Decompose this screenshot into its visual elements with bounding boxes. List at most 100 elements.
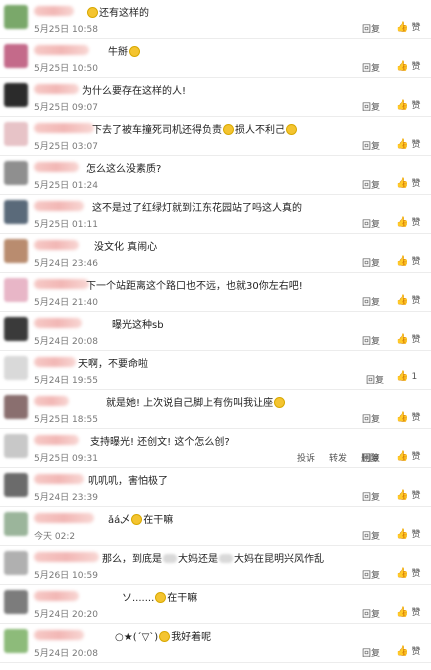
thumbs-up-icon: 👍 (396, 139, 409, 150)
username-blurred[interactable] (34, 162, 79, 172)
like-button[interactable]: 👍 1 (396, 371, 417, 382)
like-button[interactable]: 👍 赞 (396, 254, 420, 267)
username-blurred[interactable] (34, 474, 84, 484)
username-blurred[interactable] (34, 6, 74, 16)
reply-button[interactable]: 回复 (362, 568, 380, 581)
comment-text: 还有这样的 (86, 4, 149, 19)
thumbs-up-icon: 👍 (396, 529, 409, 540)
avatar[interactable] (4, 356, 28, 380)
avatar[interactable] (4, 434, 28, 458)
like-button[interactable]: 👍 赞 (396, 644, 420, 657)
reply-button[interactable]: 回复 (362, 139, 380, 152)
username-blurred[interactable] (34, 552, 99, 562)
reply-button[interactable]: 回复 (362, 451, 380, 464)
like-button[interactable]: 👍 赞 (396, 137, 420, 150)
username-blurred[interactable] (34, 630, 84, 640)
comment-body: 在干嘛 (143, 515, 174, 526)
timestamp: 5月24日 20:08 (34, 337, 98, 347)
avatar[interactable] (4, 551, 28, 575)
emoji-icon (286, 124, 297, 135)
username-blurred[interactable] (34, 591, 79, 601)
reply-button[interactable]: 回复 (366, 373, 384, 386)
like-button[interactable]: 👍 赞 (396, 176, 420, 189)
like-button[interactable]: 👍 赞 (396, 332, 420, 345)
avatar[interactable] (4, 629, 28, 653)
like-button[interactable]: 👍 赞 (396, 410, 420, 423)
timestamp: 5月25日 01:11 (34, 220, 98, 230)
reply-button[interactable]: 回复 (362, 607, 380, 620)
username-blurred[interactable] (34, 84, 79, 94)
avatar[interactable] (4, 44, 28, 68)
like-label: 1 (411, 372, 418, 382)
avatar[interactable] (4, 5, 28, 29)
reply-button[interactable]: 回复 (362, 490, 380, 503)
comment-prefix: ○★(´▽`) (115, 632, 159, 643)
thumbs-up-icon: 👍 (396, 100, 409, 111)
action-1[interactable]: 转发 (329, 451, 347, 464)
comment-row: 没文化 真闹心 5月24日 23:46 回复 👍 赞 (0, 234, 431, 273)
like-button[interactable]: 👍 赞 (396, 293, 420, 306)
emoji-icon (131, 514, 143, 525)
avatar[interactable] (4, 83, 28, 107)
username-blurred[interactable] (34, 396, 69, 406)
like-button[interactable]: 👍 赞 (396, 566, 420, 579)
like-button[interactable]: 👍 赞 (396, 605, 420, 618)
timestamp: 5月24日 21:40 (34, 298, 98, 308)
like-button[interactable]: 👍 赞 (396, 59, 420, 72)
avatar[interactable] (4, 239, 28, 263)
timestamp: 5月25日 01:24 (34, 181, 98, 191)
comment-prefix: ソ....... (122, 593, 155, 604)
username-blurred[interactable] (34, 435, 79, 445)
comment-list: 还有这样的 5月25日 10:58 回复 👍 赞牛掰 5月25日 10:50 回复 👍 赞为什么… (0, 0, 431, 670)
avatar[interactable] (4, 161, 28, 185)
comment-row: 还有这样的 5月25日 10:58 回复 👍 赞 (0, 0, 431, 39)
avatar[interactable] (4, 590, 28, 614)
reply-button[interactable]: 回复 (362, 178, 380, 191)
comment-body-continued: 大妈在昆明兴风作乱 (234, 554, 324, 565)
like-button[interactable]: 👍 赞 (396, 449, 420, 462)
action-0[interactable]: 投诉 (297, 451, 315, 464)
avatar[interactable] (4, 122, 28, 146)
comment-row: ǎá乄 在干嘛 今天 02:2 回复 👍 赞 (0, 507, 431, 546)
username-blurred[interactable] (34, 279, 89, 289)
username-blurred[interactable] (34, 123, 94, 133)
like-button[interactable]: 👍 赞 (396, 215, 420, 228)
username-blurred[interactable] (34, 513, 94, 523)
avatar[interactable] (4, 278, 28, 302)
comment-text: 支持曝光! 还创文! 这个怎么创? (90, 433, 230, 448)
comment-text: 就是她! 上次说自己脚上有伤叫我让座 (106, 394, 286, 409)
comment-row: 曝光这种sb 5月24日 20:08 回复 👍 赞 (0, 312, 431, 351)
reply-button[interactable]: 回复 (362, 529, 380, 542)
reply-button[interactable]: 回复 (362, 256, 380, 269)
avatar[interactable] (4, 317, 28, 341)
avatar[interactable] (4, 395, 28, 419)
username-blurred[interactable] (34, 240, 79, 250)
reply-button[interactable]: 回复 (362, 100, 380, 113)
reply-button[interactable]: 回复 (362, 295, 380, 308)
like-button[interactable]: 👍 赞 (396, 488, 420, 501)
like-button[interactable]: 👍 赞 (396, 98, 420, 111)
avatar[interactable] (4, 473, 28, 497)
reply-button[interactable]: 回复 (362, 217, 380, 230)
reply-button[interactable]: 回复 (362, 334, 380, 347)
comment-body: 支持曝光! 还创文! 这个怎么创? (90, 437, 230, 448)
thumbs-up-icon: 👍 (396, 334, 409, 345)
thumbs-up-icon: 👍 (396, 178, 409, 189)
like-button[interactable]: 👍 赞 (396, 20, 420, 33)
reply-button[interactable]: 回复 (362, 22, 380, 35)
username-blurred[interactable] (34, 357, 76, 367)
comment-row: 天啊，不要命啦 5月24日 19:55 回复 👍 1 (0, 351, 431, 390)
username-blurred[interactable] (34, 45, 89, 55)
avatar[interactable] (4, 512, 28, 536)
comment-row: 这不是过了红绿灯就到江东花园站了吗这人真的 5月25日 01:11 回复 👍 赞 (0, 195, 431, 234)
reply-button[interactable]: 回复 (362, 412, 380, 425)
avatar[interactable] (4, 200, 28, 224)
reply-button[interactable]: 回复 (362, 61, 380, 74)
thumbs-up-icon: 👍 (396, 568, 409, 579)
username-blurred[interactable] (34, 318, 82, 328)
like-label: 赞 (411, 335, 421, 345)
username-blurred[interactable] (34, 201, 84, 211)
like-button[interactable]: 👍 赞 (396, 527, 420, 540)
comment-text: 天啊，不要命啦 (78, 355, 148, 370)
reply-button[interactable]: 回复 (362, 646, 380, 659)
